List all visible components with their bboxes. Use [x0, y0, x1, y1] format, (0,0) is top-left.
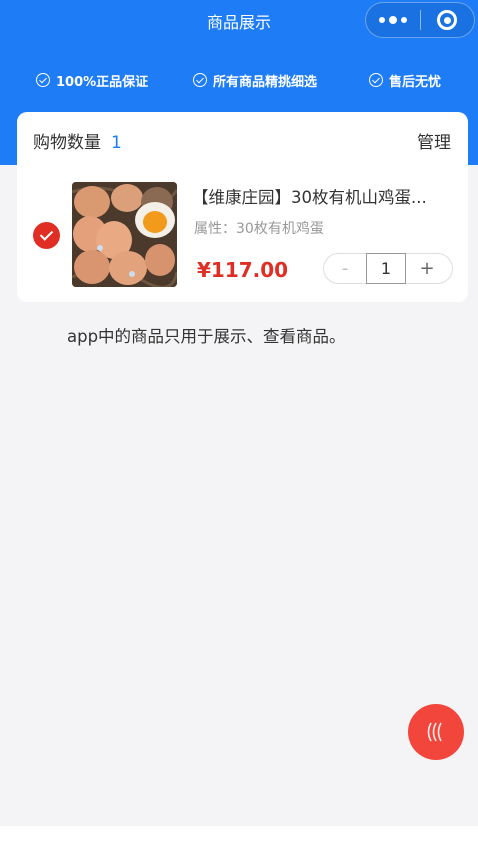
info-note: app中的商品只用于展示、查看商品。	[67, 327, 346, 346]
more-dots-icon[interactable]	[366, 3, 420, 37]
waves-icon	[427, 722, 442, 742]
guarantee-label: 100%正品保证	[56, 74, 149, 90]
item-select-checkbox[interactable]	[33, 222, 60, 249]
increase-button[interactable]: +	[406, 254, 448, 283]
bottom-bar	[0, 826, 478, 850]
eggs-image	[72, 182, 177, 287]
product-name[interactable]: 【维康庄园】30枚有机山鸡蛋...	[192, 186, 454, 210]
guarantee-label: 所有商品精挑细选	[213, 74, 318, 90]
cart-card: 购物数量 1 管理 【维康庄园】30枚有机山鸡蛋... 属性：30枚有机鸡蛋 ¥1…	[17, 112, 468, 302]
cart-title: 购物数量 1	[33, 132, 122, 154]
cart-count: 1	[111, 133, 122, 153]
product-price: ¥117.00	[197, 258, 289, 282]
manage-button[interactable]: 管理	[417, 132, 451, 154]
floating-action-button[interactable]	[408, 704, 464, 760]
product-image[interactable]	[72, 182, 177, 287]
guarantee-label: 售后无忧	[389, 74, 442, 90]
mini-program-capsule	[365, 2, 475, 38]
check-circle-icon	[193, 73, 207, 87]
guarantee-strip: 100%正品保证 所有商品精挑细选 售后无忧	[0, 68, 478, 92]
decrease-button[interactable]: -	[324, 254, 366, 283]
quantity-stepper: - 1 +	[323, 252, 453, 284]
check-circle-icon	[36, 73, 50, 87]
cart-title-label: 购物数量	[33, 133, 101, 153]
quantity-input[interactable]: 1	[366, 252, 406, 284]
guarantee-item: 售后无忧	[369, 68, 441, 92]
guarantee-item: 100%正品保证	[36, 68, 148, 92]
check-circle-icon	[369, 73, 383, 87]
product-attribute: 属性：30枚有机鸡蛋	[194, 221, 324, 237]
guarantee-item: 所有商品精挑细选	[193, 68, 317, 92]
target-circle-icon[interactable]	[421, 3, 474, 37]
